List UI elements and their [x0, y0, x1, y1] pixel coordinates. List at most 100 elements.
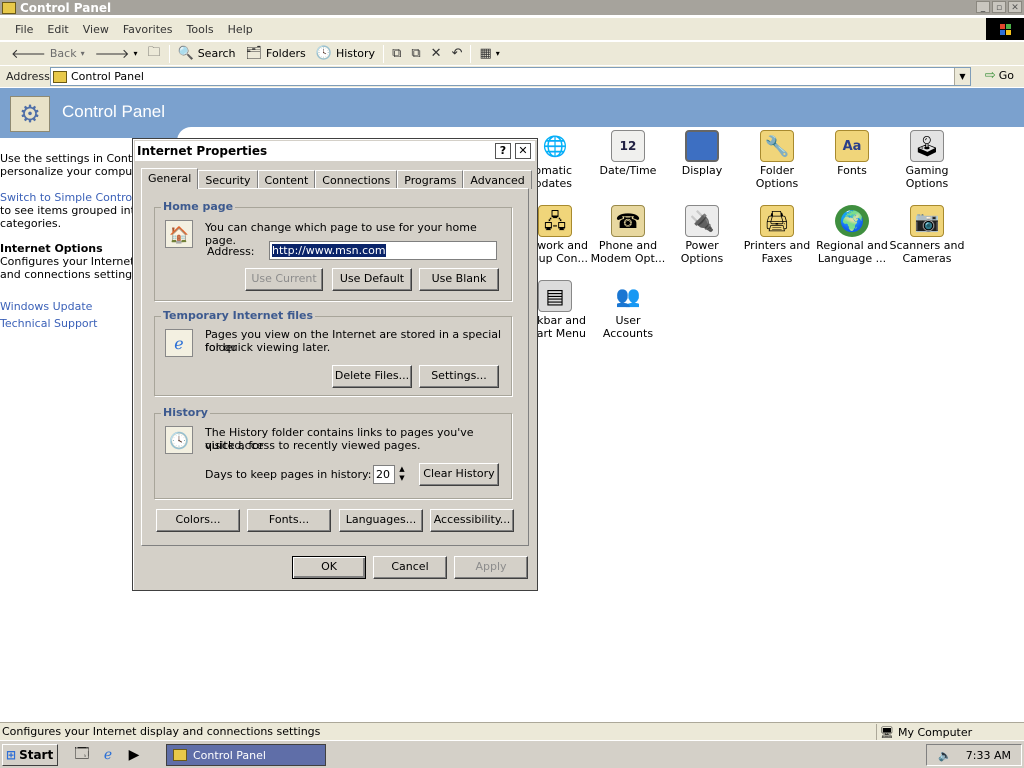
undo-icon: ↶ — [451, 46, 463, 61]
fonts-item[interactable]: Aa Fonts — [814, 130, 890, 177]
monitor-icon — [685, 130, 719, 162]
accessibility-button[interactable]: Accessibility... — [430, 509, 514, 532]
languages-button[interactable]: Languages... — [339, 509, 423, 532]
go-button[interactable]: ⇨ Go — [985, 68, 1014, 83]
settings-button[interactable]: Settings... — [419, 365, 499, 388]
technical-support-link[interactable]: Technical Support — [0, 317, 134, 330]
colors-button[interactable]: Colors... — [156, 509, 240, 532]
days-spinner[interactable]: ▲ ▼ — [397, 465, 407, 484]
toolbar: 🡐 Back ▾ 🡒 ▾ 🗀 🔍 Search 🗂 Folders 🕓 Hist… — [0, 41, 1024, 65]
fonts-button[interactable]: Fonts... — [247, 509, 331, 532]
back-button[interactable]: 🡐 Back ▾ — [6, 44, 90, 64]
switch-view-line2: to see items grouped into — [0, 204, 134, 217]
folder-options-item[interactable]: 🔧 Folder Options — [739, 130, 815, 190]
close-button[interactable]: ✕ — [1008, 1, 1022, 13]
page-title: Control Panel — [62, 102, 166, 121]
tab-security[interactable]: Security — [198, 170, 258, 189]
views-dropdown-icon[interactable]: ▾ — [496, 49, 500, 58]
address-input[interactable]: Control Panel ▼ — [50, 67, 971, 86]
menu-favorites[interactable]: Favorites — [116, 23, 180, 36]
use-blank-button[interactable]: Use Blank — [419, 268, 499, 291]
status-zone-label: My Computer — [897, 725, 973, 739]
toolbar-separator — [168, 44, 170, 63]
forward-dropdown-icon[interactable]: ▾ — [133, 49, 137, 58]
display-item[interactable]: Display — [664, 130, 740, 177]
copy-to-button[interactable]: ⧉ — [406, 44, 425, 64]
home-page-icon: 🏠 — [165, 220, 193, 248]
back-arrow-icon: 🡐 — [11, 46, 46, 62]
delete-files-button[interactable]: Delete Files... — [332, 365, 412, 388]
phone-modem-item[interactable]: ☎ Phone and Modem Opt... — [590, 205, 666, 265]
date-time-item[interactable]: 12 Date/Time — [590, 130, 666, 177]
tab-general[interactable]: General — [141, 168, 199, 189]
search-button[interactable]: 🔍 Search — [173, 44, 241, 64]
home-address-label: Address: — [207, 245, 255, 258]
start-button[interactable]: ⊞ Start — [2, 744, 58, 766]
control-panel-icon — [53, 70, 67, 83]
tab-strip: General Security Content Connections Pro… — [141, 168, 532, 190]
windows-update-link[interactable]: Windows Update — [0, 300, 134, 313]
ok-button[interactable]: OK — [292, 556, 366, 579]
move-to-button[interactable]: ⧉ — [387, 44, 406, 64]
user-accounts-item[interactable]: 👥 User Accounts — [590, 280, 666, 340]
search-icon: 🔍 — [177, 46, 194, 61]
history-clock-icon: 🕓 — [165, 426, 193, 454]
go-arrow-icon: ⇨ — [984, 68, 996, 83]
window-titlebar: Control Panel _ ▫ ✕ — [0, 0, 1024, 15]
maximize-button[interactable]: ▫ — [992, 1, 1006, 13]
use-default-button[interactable]: Use Default — [332, 268, 412, 291]
minimize-button[interactable]: _ — [976, 1, 990, 13]
home-address-input[interactable]: http://www.msn.com — [269, 241, 497, 260]
internet-properties-dialog: Internet Properties ? ✕ General Security… — [132, 138, 538, 591]
menu-tools[interactable]: Tools — [180, 23, 221, 36]
clear-history-button[interactable]: Clear History — [419, 463, 499, 486]
internet-explorer-icon[interactable]: ℯ — [98, 745, 118, 765]
undo-button[interactable]: ↶ — [447, 44, 468, 64]
globe-icon: 🌐 — [538, 130, 572, 162]
tab-content[interactable]: Content — [257, 170, 316, 189]
scanners-cameras-item[interactable]: 📷 Scanners and Cameras — [889, 205, 965, 265]
back-dropdown-icon[interactable]: ▾ — [81, 49, 85, 58]
selected-item-desc-line1: Configures your Internet d — [0, 255, 134, 268]
phone-icon: ☎ — [611, 205, 645, 237]
forward-button[interactable]: 🡒 ▾ — [90, 44, 143, 64]
cancel-button[interactable]: Cancel — [373, 556, 447, 579]
dialog-close-button[interactable]: ✕ — [515, 143, 531, 159]
delete-button[interactable]: ✕ — [426, 44, 447, 64]
taskbar: ⊞ Start 🗔 ℯ ▶ Control Panel 🔈 7:33 AM — [0, 740, 1024, 768]
up-folder-button[interactable]: 🗀 — [143, 44, 166, 64]
gaming-options-item[interactable]: 🕹 Gaming Options — [889, 130, 965, 190]
use-current-button[interactable]: Use Current — [245, 268, 323, 291]
menu-file[interactable]: File — [8, 23, 40, 36]
regional-language-item[interactable]: 🌍 Regional and Language ... — [814, 205, 890, 265]
history-title: History — [161, 406, 210, 419]
media-player-icon[interactable]: ▶ — [124, 745, 144, 765]
address-dropdown-icon[interactable]: ▼ — [954, 68, 970, 85]
tab-advanced[interactable]: Advanced — [463, 170, 532, 189]
toolbar-separator — [470, 44, 472, 63]
history-button[interactable]: 🕓 History — [311, 44, 380, 64]
menu-edit[interactable]: Edit — [40, 23, 75, 36]
home-page-title: Home page — [161, 200, 236, 213]
power-options-item[interactable]: 🔌 Power Options — [664, 205, 740, 265]
menu-view[interactable]: View — [76, 23, 116, 36]
switch-view-link[interactable]: Switch to Simple Control Pa — [0, 191, 134, 204]
days-input[interactable]: 20 — [373, 465, 395, 484]
apply-button[interactable]: Apply — [454, 556, 528, 579]
volume-icon[interactable]: 🔈 — [938, 749, 952, 762]
views-button[interactable]: ▦ ▾ — [474, 44, 504, 64]
days-value: 20 — [376, 468, 390, 481]
calendar-clock-icon: 12 — [611, 130, 645, 162]
tab-connections[interactable]: Connections — [315, 170, 398, 189]
network-folder-icon: 🖧 — [538, 205, 572, 237]
taskbar-control-panel-button[interactable]: Control Panel — [166, 744, 326, 766]
tab-programs[interactable]: Programs — [397, 170, 464, 189]
printers-faxes-item[interactable]: 🖨 Printers and Faxes — [739, 205, 815, 265]
quick-launch: 🗔 ℯ ▶ — [72, 745, 144, 765]
help-button[interactable]: ? — [495, 143, 511, 159]
show-desktop-icon[interactable]: 🗔 — [72, 745, 92, 765]
folders-button[interactable]: 🗂 Folders — [241, 44, 311, 64]
temp-files-title: Temporary Internet files — [161, 309, 316, 322]
menu-help[interactable]: Help — [221, 23, 260, 36]
internet-explorer-icon: ℯ — [165, 329, 193, 357]
